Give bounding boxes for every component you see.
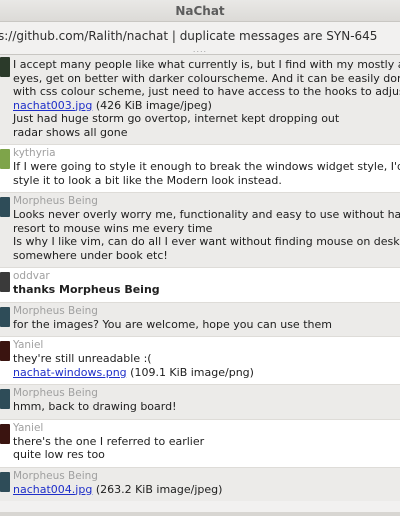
message-block: Morpheus Being for the images? You are w…: [0, 302, 400, 337]
message-block: Yaniel they're still unreadable :( nacha…: [0, 337, 400, 385]
message-block: I accept many people like what currently…: [0, 55, 400, 145]
message-line: for the images? You are welcome, hope yo…: [13, 317, 332, 331]
user-avatar-icon[interactable]: [0, 272, 10, 292]
message-line: thanks Morpheus Being: [13, 283, 160, 296]
user-avatar-icon[interactable]: [0, 423, 10, 444]
message-line: I accept many people like what currently…: [13, 58, 400, 71]
message-sender[interactable]: Yaniel: [13, 422, 400, 435]
message-sender[interactable]: Morpheus Being: [13, 305, 400, 318]
message-block: kythyria If I were going to style it eno…: [0, 145, 400, 193]
message-line: Is why I like vim, can do all I ever wan…: [13, 235, 400, 248]
message-block: Yaniel there's the one I referred to ear…: [0, 419, 400, 468]
message-sender[interactable]: Yaniel: [13, 339, 400, 352]
message-line: eyes, get on better with darker coloursc…: [13, 71, 400, 85]
message-line: radar shows all gone: [13, 125, 128, 139]
message-block: Morpheus Being Looks never overly worry …: [0, 193, 400, 268]
message-list[interactable]: I accept many people like what currently…: [0, 54, 400, 512]
file-attachment: nachat003.jpg (426 KiB image/jpeg): [13, 99, 400, 113]
message-line: Looks never overly worry me, functionali…: [13, 208, 400, 221]
message-line: somewhere under book etc!: [13, 248, 168, 262]
user-avatar-icon[interactable]: [0, 306, 10, 327]
file-link[interactable]: nachat004.jpg: [13, 483, 92, 496]
file-link[interactable]: nachat-windows.png: [13, 366, 127, 379]
message-sender[interactable]: Morpheus Being: [13, 470, 400, 483]
user-avatar-icon[interactable]: [0, 471, 10, 492]
message-block: Morpheus Being hmm, back to drawing boar…: [0, 385, 400, 420]
file-meta: (426 KiB image/jpeg): [95, 98, 212, 112]
message-line: If I were going to style it enough to br…: [13, 160, 400, 173]
user-avatar-icon[interactable]: [0, 197, 10, 217]
user-avatar-icon[interactable]: [0, 341, 10, 361]
window-titlebar[interactable]: NaChat: [0, 0, 400, 22]
message-line: hmm, back to drawing board!: [13, 400, 177, 413]
message-line: Just had huge storm go overtop, internet…: [13, 112, 340, 125]
message-block: Morpheus Being nachat004.jpg (263.2 KiB …: [0, 467, 400, 501]
message-sender[interactable]: Morpheus Being: [13, 387, 400, 400]
user-avatar-icon[interactable]: [0, 57, 10, 77]
room-topic-text: s://github.com/Ralith/nachat | duplicate…: [0, 29, 378, 43]
message-sender[interactable]: kythyria: [13, 147, 400, 160]
file-meta: (263.2 KiB image/jpeg): [95, 482, 223, 496]
message-line: there's the one I referred to earlier: [13, 434, 205, 448]
user-avatar-icon[interactable]: [0, 389, 10, 409]
message-line: with css colour scheme, just need to hav…: [13, 85, 400, 98]
message-sender[interactable]: Morpheus Being: [13, 195, 400, 208]
file-attachment: nachat004.jpg (263.2 KiB image/jpeg): [13, 483, 400, 497]
file-attachment: nachat-windows.png (109.1 KiB image/png): [13, 366, 400, 380]
message-line: they're still unreadable :(: [13, 352, 152, 365]
message-line: quite low res too: [13, 448, 105, 461]
message-line: style it to look a bit like the Modern l…: [13, 173, 282, 187]
message-input-edge[interactable]: [0, 512, 400, 516]
user-avatar-icon[interactable]: [0, 149, 10, 169]
message-block: oddvar thanks Morpheus Being: [0, 268, 400, 303]
message-line: resort to mouse wins me every time: [13, 221, 213, 235]
message-sender[interactable]: oddvar: [13, 270, 400, 283]
file-meta: (109.1 KiB image/png): [130, 365, 254, 379]
window-title: NaChat: [175, 4, 225, 18]
file-link[interactable]: nachat003.jpg: [13, 99, 92, 112]
